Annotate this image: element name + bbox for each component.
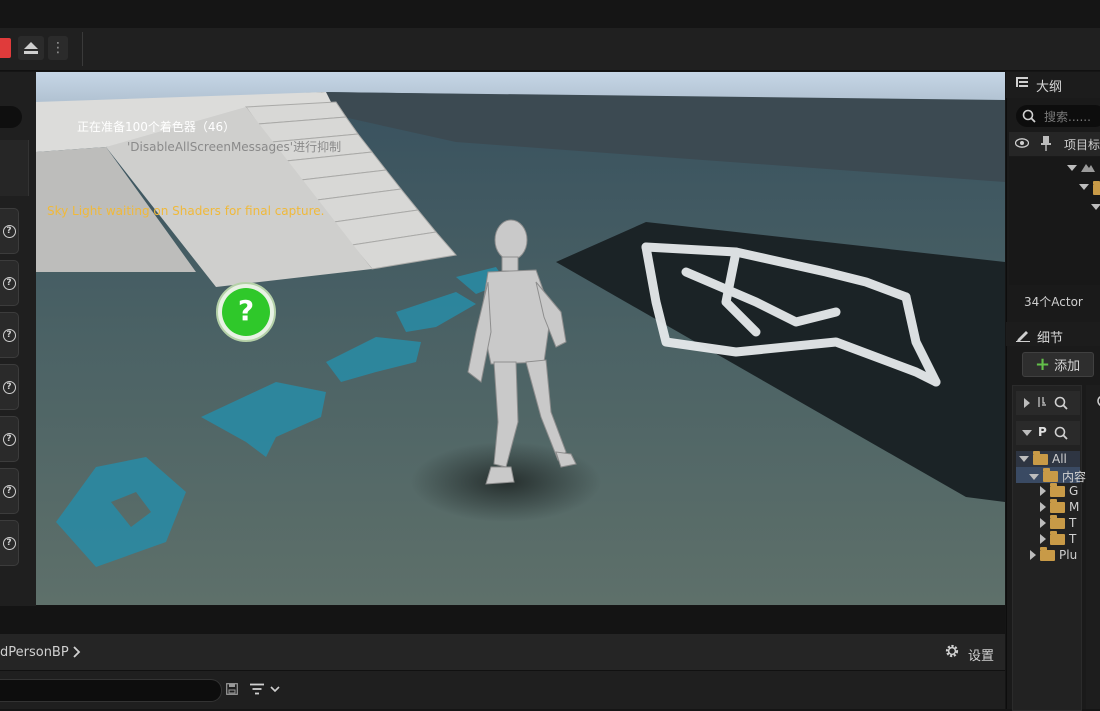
favorites-row[interactable]	[1016, 391, 1080, 415]
star-icon	[1038, 397, 1046, 407]
outliner-search-placeholder: 搜索......	[1044, 110, 1091, 124]
eject-button[interactable]	[18, 36, 44, 60]
folder-label: Plu	[1059, 548, 1078, 562]
folder-label: T	[1069, 532, 1077, 546]
outliner-title: 大纲	[1036, 80, 1063, 95]
eye-icon[interactable]	[1015, 138, 1029, 148]
expand-arrow-icon[interactable]	[1067, 165, 1077, 171]
actor-count: 34个Actor	[1024, 295, 1083, 309]
help-button[interactable]: ?	[0, 468, 19, 514]
chevron-right-icon[interactable]	[72, 646, 82, 658]
help-icon: ?	[2, 484, 16, 498]
level-viewport[interactable]: ? 正在准备100个着色器（46） 'DisableAllScreenMessa…	[36, 72, 1005, 605]
left-category-box	[0, 140, 29, 196]
details-title: 细节	[1037, 331, 1064, 346]
viewport-bottom-gap	[0, 606, 1005, 634]
expand-arrow-icon	[1029, 473, 1039, 480]
folder-icon	[1050, 482, 1065, 497]
folder-item[interactable]: T	[1040, 530, 1077, 546]
save-icon[interactable]	[226, 683, 238, 695]
project-row[interactable]: P	[1016, 421, 1080, 445]
folder-icon	[1050, 514, 1065, 529]
gear-icon[interactable]	[944, 643, 960, 659]
expand-arrow-icon	[1019, 456, 1029, 462]
outliner-column-label: 项目标	[1064, 138, 1100, 152]
folder-icon	[1033, 450, 1048, 465]
shader-prep-message: 正在准备100个着色器（46）	[77, 120, 236, 134]
expand-arrow-icon[interactable]	[1079, 184, 1089, 190]
left-search-input[interactable]	[0, 106, 22, 128]
more-vert-icon[interactable]: ⋮	[48, 36, 68, 60]
folder-item[interactable]: M	[1040, 498, 1080, 514]
help-icon: ?	[2, 536, 16, 550]
help-button[interactable]: ?	[0, 520, 19, 566]
suppress-hint-message: 'DisableAllScreenMessages'进行抑制	[127, 140, 342, 154]
folder-all[interactable]: All	[1019, 450, 1067, 466]
main-toolbar	[0, 28, 1100, 71]
folder-icon	[1093, 181, 1100, 195]
help-marker-icon: ?	[237, 294, 255, 327]
help-icon: ?	[2, 224, 16, 238]
help-icon: ?	[2, 276, 16, 290]
help-icon: ?	[2, 380, 16, 394]
search-icon	[1097, 396, 1100, 406]
collapse-arrow-icon	[1040, 518, 1046, 528]
help-button[interactable]: ?	[0, 364, 19, 410]
level-icon	[1081, 164, 1095, 172]
folder-icon	[1050, 498, 1065, 513]
toolbar-divider	[82, 32, 83, 66]
search-icon[interactable]	[1054, 396, 1068, 410]
stop-button[interactable]	[0, 38, 11, 58]
folder-label: 内容	[1062, 470, 1087, 484]
collapse-arrow-icon	[1030, 550, 1036, 560]
collapse-arrow-icon	[1040, 502, 1046, 512]
expand-arrow-icon	[1022, 430, 1032, 436]
content-assets-panel	[1086, 385, 1100, 709]
help-icon: ?	[2, 432, 16, 446]
content-browser-path-bar	[0, 634, 1005, 671]
folder-label: G	[1069, 484, 1079, 498]
filter-icon[interactable]	[250, 683, 284, 695]
folder-item[interactable]: T	[1040, 514, 1077, 530]
asset-search-input[interactable]	[0, 679, 222, 702]
outliner-icon	[1016, 77, 1028, 87]
folder-label: All	[1052, 452, 1067, 466]
help-button[interactable]: ?	[0, 208, 19, 254]
search-icon[interactable]	[1054, 426, 1068, 440]
folder-label: M	[1069, 500, 1080, 514]
search-icon	[1022, 109, 1036, 123]
folder-item[interactable]: G	[1040, 482, 1079, 498]
collapse-arrow-icon	[1040, 534, 1046, 544]
collapse-arrow-icon	[1024, 398, 1030, 408]
help-button[interactable]: ?	[0, 312, 19, 358]
eject-icon	[24, 42, 38, 54]
outliner-tree	[1009, 157, 1100, 285]
details-pencil-icon	[1016, 331, 1030, 342]
folder-icon	[1043, 468, 1058, 482]
folder-plugins[interactable]: Plu	[1030, 546, 1078, 562]
help-button[interactable]: ?	[0, 416, 19, 462]
add-label: 添加	[1054, 359, 1081, 374]
expand-arrow-icon[interactable]	[1091, 204, 1100, 210]
help-icon: ?	[2, 328, 16, 342]
folder-content[interactable]: 内容	[1029, 468, 1086, 485]
plus-icon: +	[1035, 353, 1051, 375]
folder-label: T	[1069, 516, 1077, 530]
title-bar	[0, 0, 1100, 28]
settings-button[interactable]: 设置	[968, 645, 994, 664]
breadcrumb[interactable]: dPersonBP	[0, 645, 69, 660]
folder-icon	[1040, 546, 1055, 561]
add-component-button[interactable]: + 添加	[1022, 352, 1094, 377]
folder-icon	[1050, 530, 1065, 545]
collapse-arrow-icon	[1040, 486, 1046, 496]
sky-light-warning: Sky Light waiting on Shaders for final c…	[47, 204, 325, 218]
pin-icon[interactable]	[1040, 136, 1052, 152]
help-button[interactable]: ?	[0, 260, 19, 306]
project-label: P	[1038, 425, 1047, 439]
